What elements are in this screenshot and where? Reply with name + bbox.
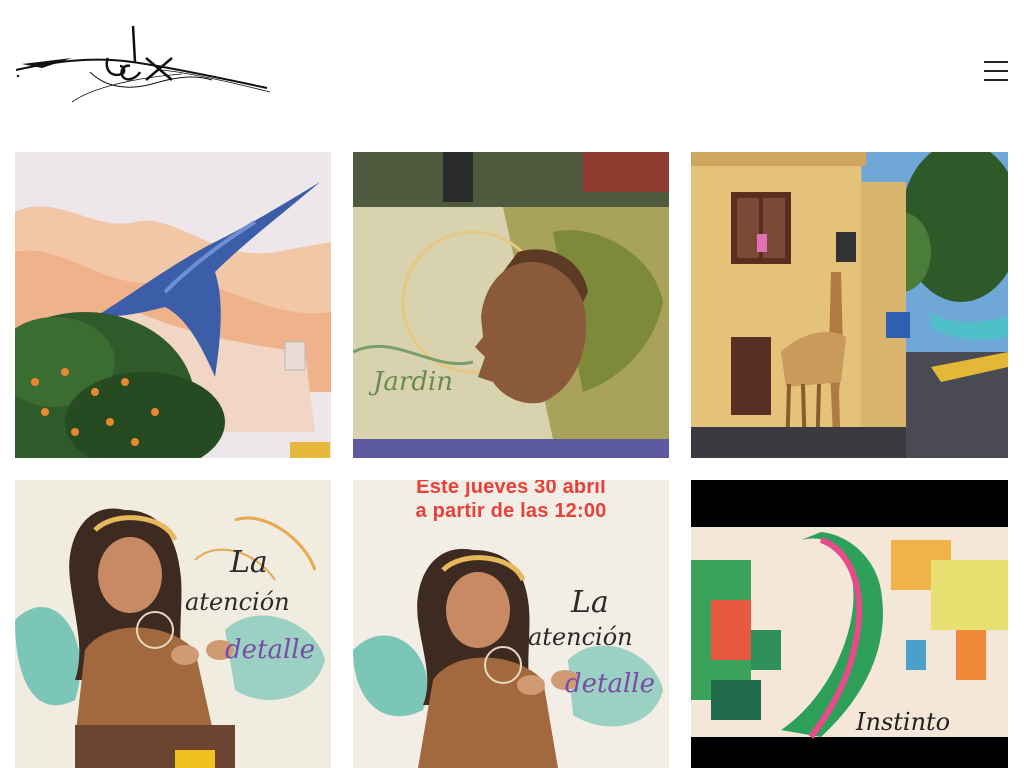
giraffe-wall-mural-tile[interactable] <box>691 152 1008 458</box>
instinto-painting-tile[interactable]: Instinto <box>691 480 1008 768</box>
event-announcement-post-tile[interactable]: La atención detalle Este jueves 30 abril… <box>353 480 669 768</box>
painted-title-line2: atención <box>185 588 290 616</box>
instinto-painted-text: Instinto <box>855 708 950 736</box>
painted-title-line1: La <box>570 585 609 620</box>
jardin-portrait-painting-image: Jardin <box>353 152 669 458</box>
menu-line <box>984 79 1008 81</box>
painted-title-line2: atención <box>528 623 633 651</box>
painted-title-line3: detalle <box>225 635 315 665</box>
painted-title-line3: detalle <box>565 669 655 699</box>
la-atencion-al-detalle-painting-tile[interactable]: La atención detalle <box>15 480 331 768</box>
la-atencion-al-detalle-painting-image: La atención detalle <box>15 480 331 768</box>
painted-title-line1: La <box>229 545 268 580</box>
menu-line <box>984 61 1008 63</box>
jardin-painted-text: Jardin <box>368 367 453 397</box>
hamburger-menu-icon[interactable] <box>982 58 1010 84</box>
menu-line <box>984 70 1008 72</box>
site-header <box>0 0 1024 130</box>
announcement-date-text: Este jueves 30 abril <box>416 480 606 498</box>
jardin-portrait-painting-tile[interactable]: Jardin <box>353 152 669 458</box>
announcement-time-text: a partir de las 12:00 <box>415 500 607 522</box>
exc-signature-logo[interactable] <box>12 22 274 112</box>
hummingbird-mural-image <box>15 152 331 458</box>
instinto-painting-image: Instinto <box>691 480 1008 768</box>
event-announcement-image: La atención detalle <box>353 480 669 768</box>
hummingbird-mural-tile[interactable] <box>15 152 331 458</box>
giraffe-wall-mural-image <box>691 152 1008 458</box>
